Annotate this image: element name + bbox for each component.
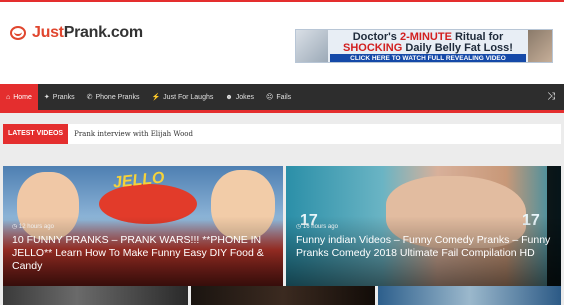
site-logo[interactable]: JustPrank.com bbox=[10, 24, 143, 42]
nav-item-phone-pranks[interactable]: ✆ Phone Pranks bbox=[81, 84, 146, 110]
shuffle-icon: ⤨ bbox=[547, 91, 555, 102]
video-thumbnail[interactable] bbox=[3, 286, 188, 305]
featured-slide-2[interactable]: 17 17 ◷ 16 hours ago Funny indian Videos… bbox=[286, 166, 561, 286]
nav-item-label: Just For Laughs bbox=[163, 93, 214, 101]
header-ad-banner[interactable]: Doctor's 2-MINUTE Ritual for SHOCKING Da… bbox=[295, 29, 553, 63]
ticker-label: LATEST VIDEOS bbox=[3, 124, 69, 144]
ticker-link[interactable]: Prank interview with Elijah Wood bbox=[68, 130, 193, 138]
ad-doctor-image bbox=[296, 30, 328, 62]
featured-slider: JELLO ◷ 12 hours ago 10 FUNNY PRANKS – P… bbox=[3, 166, 561, 286]
logo-text: JustPrank.com bbox=[32, 24, 143, 42]
latest-videos-ticker: LATEST VIDEOS Prank interview with Elija… bbox=[3, 124, 561, 144]
home-icon: ⌂ bbox=[6, 93, 11, 101]
nav-item-home[interactable]: ⌂ Home bbox=[0, 84, 38, 110]
featured-slide-1[interactable]: JELLO ◷ 12 hours ago 10 FUNNY PRANKS – P… bbox=[3, 166, 283, 286]
video-thumbnail[interactable] bbox=[378, 286, 561, 305]
video-thumbnails-row bbox=[3, 286, 561, 305]
nav-item-just-for-laughs[interactable]: ⚡ Just For Laughs bbox=[145, 84, 219, 110]
slide-title[interactable]: 10 FUNNY PRANKS – PRANK WARS!!! **PHONE … bbox=[12, 234, 272, 273]
nav-item-jokes[interactable]: ☻ Jokes bbox=[219, 84, 260, 110]
nav-item-label: Jokes bbox=[235, 93, 255, 101]
video-thumbnail[interactable] bbox=[191, 286, 375, 305]
logo-text-part2: Prank.com bbox=[63, 24, 143, 41]
ad-headline-2: SHOCKING Daily Belly Fat Loss! bbox=[343, 42, 513, 54]
logo-text-part1: Just bbox=[32, 24, 64, 41]
ad-cta-button[interactable]: CLICK HERE TO WATCH FULL REVEALING VIDEO bbox=[330, 54, 526, 62]
slide-title[interactable]: Funny indian Videos – Funny Comedy Prank… bbox=[296, 234, 551, 260]
random-article-button[interactable]: ⤨ bbox=[542, 89, 560, 105]
nav-item-pranks[interactable]: ✦ Pranks bbox=[38, 84, 81, 110]
nav-item-label: Home bbox=[13, 93, 32, 101]
nav-item-fails[interactable]: ☹ Fails bbox=[260, 84, 297, 110]
nav-item-label: Fails bbox=[276, 93, 292, 101]
bolt-icon: ⚡ bbox=[151, 94, 161, 101]
ad-belly-image bbox=[528, 30, 552, 62]
nav-item-label: Pranks bbox=[52, 93, 75, 101]
slide-time: ◷ 12 hours ago bbox=[12, 224, 54, 230]
main-nav: ⌂ Home ✦ Pranks ✆ Phone Pranks ⚡ Just For La… bbox=[0, 84, 564, 113]
top-bar bbox=[0, 0, 564, 18]
pranks-icon: ✦ bbox=[43, 94, 50, 101]
frown-icon: ☹ bbox=[266, 94, 274, 101]
nav-item-label: Phone Pranks bbox=[95, 93, 140, 101]
phone-icon: ✆ bbox=[86, 94, 93, 101]
smile-icon: ☻ bbox=[225, 93, 233, 101]
slide-time: ◷ 16 hours ago bbox=[296, 224, 338, 230]
smiley-logo-icon bbox=[10, 25, 29, 41]
